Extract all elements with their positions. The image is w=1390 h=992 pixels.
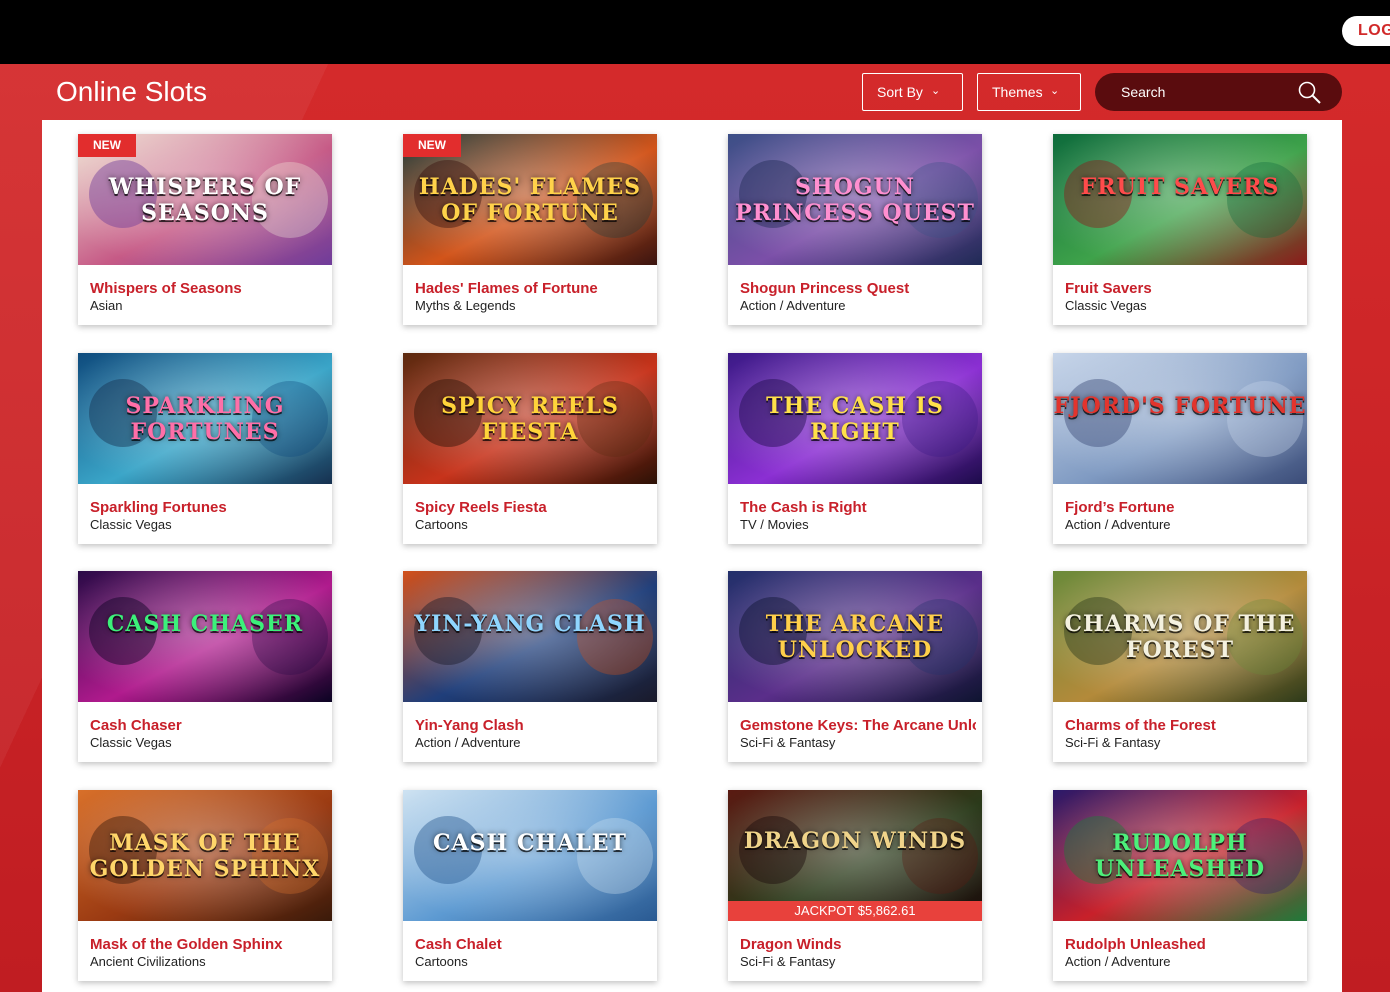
game-thumbnail[interactable]: SPICY REELS FIESTA xyxy=(403,353,657,484)
search-box xyxy=(1095,73,1342,111)
game-title[interactable]: Gemstone Keys: The Arcane Unlocked xyxy=(740,717,976,734)
game-thumbnail[interactable]: THE ARCANE UNLOCKED xyxy=(728,571,982,702)
chevron-down-icon: ⌄ xyxy=(1050,85,1060,97)
game-title[interactable]: Spicy Reels Fiesta xyxy=(415,499,651,516)
game-theme: Myths & Legends xyxy=(415,298,516,313)
game-theme: Classic Vegas xyxy=(1065,298,1147,313)
search-icon[interactable] xyxy=(1297,80,1323,106)
game-title[interactable]: Cash Chalet xyxy=(415,936,651,953)
game-theme: Cartoons xyxy=(415,517,468,532)
game-theme: Classic Vegas xyxy=(90,735,172,750)
top-bar xyxy=(0,0,1390,64)
game-logo: CHARMS OF THE FOREST xyxy=(1064,611,1296,663)
game-card[interactable]: THE ARCANE UNLOCKED Gemstone Keys: The Ar… xyxy=(728,571,982,762)
game-card[interactable]: RUDOLPH UNLEASHED Rudolph Unleashed Action… xyxy=(1053,790,1307,981)
game-logo: SHOGUN PRINCESS QUEST xyxy=(735,174,975,226)
themes-label: Themes xyxy=(992,84,1043,100)
game-theme: Sci-Fi & Fantasy xyxy=(740,735,836,750)
game-theme: TV / Movies xyxy=(740,517,809,532)
game-thumbnail[interactable]: WHISPERS OF SEASONS NEW xyxy=(78,134,332,265)
game-logo: HADES' FLAMES OF FORTUNE xyxy=(418,174,642,226)
game-title[interactable]: Fjord’s Fortune xyxy=(1065,499,1301,516)
game-logo: RUDOLPH UNLEASHED xyxy=(1094,830,1266,882)
sort-by-label: Sort By xyxy=(877,84,923,100)
game-logo: YIN-YANG CLASH xyxy=(414,611,646,637)
game-logo: SPICY REELS FIESTA xyxy=(441,393,619,445)
game-thumbnail[interactable]: CASH CHASER xyxy=(78,571,332,702)
sort-by-dropdown[interactable]: Sort By ⌄ xyxy=(862,73,963,111)
game-thumbnail[interactable]: SHOGUN PRINCESS QUEST xyxy=(728,134,982,265)
page-title: Online Slots xyxy=(56,76,207,107)
jackpot-banner: JACKPOT $5,862.61 xyxy=(728,901,982,921)
game-thumbnail[interactable]: SPARKLING FORTUNES xyxy=(78,353,332,484)
game-title[interactable]: Whispers of Seasons xyxy=(90,280,326,297)
game-logo: DRAGON WINDS xyxy=(743,828,967,854)
game-logo: THE ARCANE UNLOCKED xyxy=(765,611,945,663)
game-title[interactable]: Sparkling Fortunes xyxy=(90,499,326,516)
game-logo: FRUIT SAVERS xyxy=(1080,174,1280,200)
game-title[interactable]: Charms of the Forest xyxy=(1065,717,1301,734)
game-theme: Ancient Civilizations xyxy=(90,954,206,969)
games-panel: WHISPERS OF SEASONS NEW Whispers of Season… xyxy=(42,120,1342,992)
game-card[interactable]: MASK OF THE GOLDEN SPHINX Mask of the Gol… xyxy=(78,790,332,981)
game-card[interactable]: SHOGUN PRINCESS QUEST Shogun Princess Que… xyxy=(728,134,982,325)
game-theme: Sci-Fi & Fantasy xyxy=(740,954,836,969)
game-theme: Asian xyxy=(90,298,123,313)
game-title[interactable]: Cash Chaser xyxy=(90,717,326,734)
new-badge: NEW xyxy=(78,134,136,157)
game-card[interactable]: SPARKLING FORTUNES Sparkling Fortunes Clas… xyxy=(78,353,332,544)
game-logo: THE CASH IS RIGHT xyxy=(766,393,944,445)
game-thumbnail[interactable]: FRUIT SAVERS xyxy=(1053,134,1307,265)
game-card[interactable]: CASH CHALET Cash Chalet Cartoons xyxy=(403,790,657,981)
game-logo: CASH CHALET xyxy=(433,830,627,856)
game-card[interactable]: DRAGON WINDS JACKPOT $5,862.61 Dragon Wind… xyxy=(728,790,982,981)
game-card[interactable]: THE CASH IS RIGHT The Cash is Right TV / M… xyxy=(728,353,982,544)
game-title[interactable]: Hades' Flames of Fortune xyxy=(415,280,651,297)
login-button[interactable]: LOG xyxy=(1342,16,1390,46)
game-theme: Action / Adventure xyxy=(1065,517,1171,532)
game-theme: Action / Adventure xyxy=(1065,954,1171,969)
new-badge: NEW xyxy=(403,134,461,157)
game-card[interactable]: CASH CHASER Cash Chaser Classic Vegas xyxy=(78,571,332,762)
chevron-down-icon: ⌄ xyxy=(931,85,941,97)
search-input[interactable] xyxy=(1121,82,1301,102)
game-card[interactable]: FRUIT SAVERS Fruit Savers Classic Vegas xyxy=(1053,134,1307,325)
game-title[interactable]: Fruit Savers xyxy=(1065,280,1301,297)
game-logo: SPARKLING FORTUNES xyxy=(125,393,285,445)
game-logo: FJORD'S FORTUNE xyxy=(1053,393,1307,419)
game-card[interactable]: SPICY REELS FIESTA Spicy Reels Fiesta Cart… xyxy=(403,353,657,544)
game-card[interactable]: CHARMS OF THE FOREST Charms of the Forest… xyxy=(1053,571,1307,762)
game-thumbnail[interactable]: RUDOLPH UNLEASHED xyxy=(1053,790,1307,921)
game-thumbnail[interactable]: DRAGON WINDS JACKPOT $5,862.61 xyxy=(728,790,982,921)
game-theme: Cartoons xyxy=(415,954,468,969)
game-thumbnail[interactable]: CASH CHALET xyxy=(403,790,657,921)
game-title[interactable]: Rudolph Unleashed xyxy=(1065,936,1301,953)
game-logo: CASH CHASER xyxy=(106,611,304,637)
game-thumbnail[interactable]: HADES' FLAMES OF FORTUNE NEW xyxy=(403,134,657,265)
game-title[interactable]: Mask of the Golden Sphinx xyxy=(90,936,326,953)
game-theme: Sci-Fi & Fantasy xyxy=(1065,735,1161,750)
game-thumbnail[interactable]: FJORD'S FORTUNE xyxy=(1053,353,1307,484)
game-thumbnail[interactable]: YIN-YANG CLASH xyxy=(403,571,657,702)
game-title[interactable]: Yin-Yang Clash xyxy=(415,717,651,734)
game-title[interactable]: The Cash is Right xyxy=(740,499,976,516)
game-theme: Action / Adventure xyxy=(415,735,521,750)
game-thumbnail[interactable]: THE CASH IS RIGHT xyxy=(728,353,982,484)
game-thumbnail[interactable]: CHARMS OF THE FOREST xyxy=(1053,571,1307,702)
game-thumbnail[interactable]: MASK OF THE GOLDEN SPHINX xyxy=(78,790,332,921)
game-logo: WHISPERS OF SEASONS xyxy=(108,174,302,226)
game-card[interactable]: FJORD'S FORTUNE Fjord’s Fortune Action / A… xyxy=(1053,353,1307,544)
game-logo: MASK OF THE GOLDEN SPHINX xyxy=(89,830,321,882)
game-card[interactable]: WHISPERS OF SEASONS NEW Whispers of Season… xyxy=(78,134,332,325)
game-card[interactable]: HADES' FLAMES OF FORTUNE NEW Hades' Flames… xyxy=(403,134,657,325)
themes-dropdown[interactable]: Themes ⌄ xyxy=(977,73,1081,111)
game-title[interactable]: Dragon Winds xyxy=(740,936,976,953)
game-theme: Action / Adventure xyxy=(740,298,846,313)
game-card[interactable]: YIN-YANG CLASH Yin-Yang Clash Action / Adv… xyxy=(403,571,657,762)
game-theme: Classic Vegas xyxy=(90,517,172,532)
game-title[interactable]: Shogun Princess Quest xyxy=(740,280,976,297)
